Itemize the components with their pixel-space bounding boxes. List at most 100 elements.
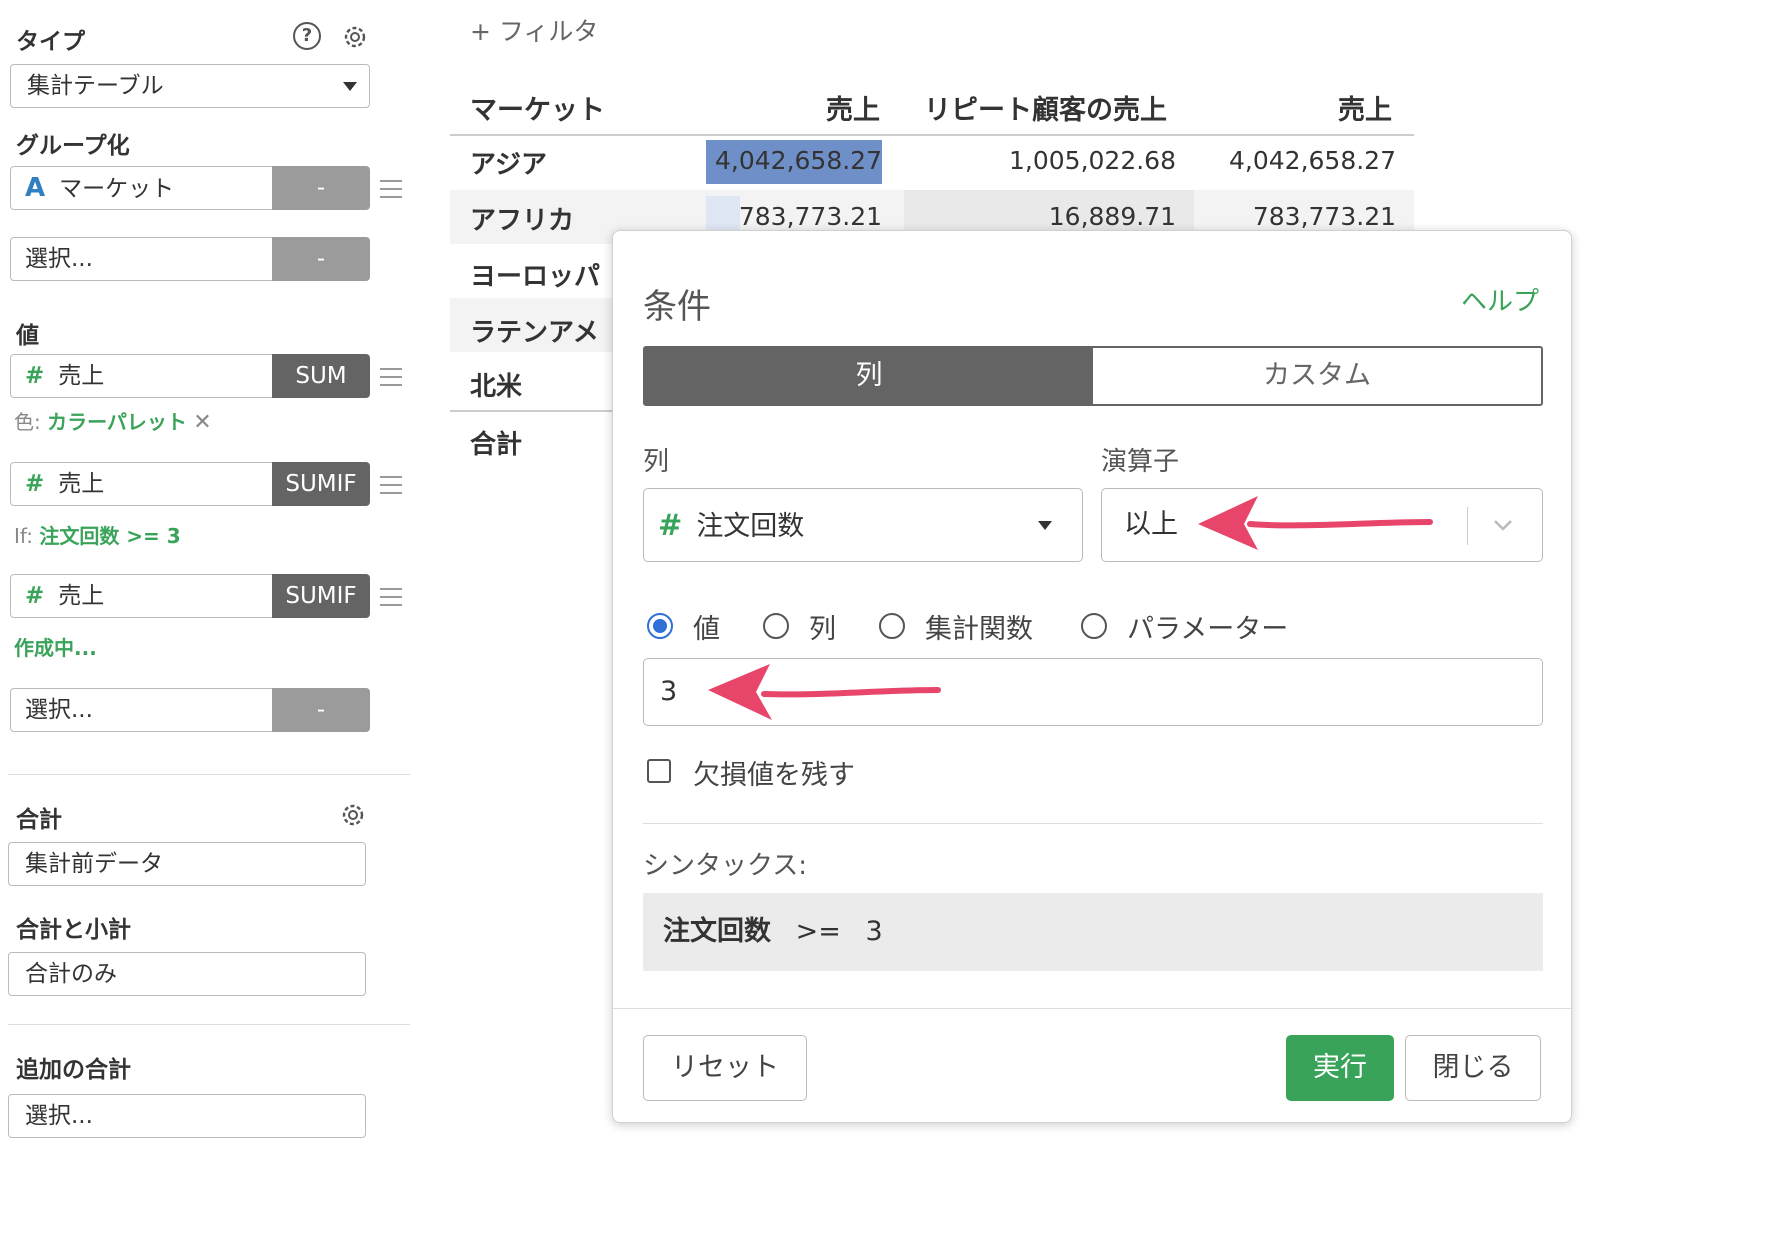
divider (8, 774, 410, 775)
drag-handle-icon[interactable] (380, 180, 402, 198)
radio-value-label: 値 (693, 614, 720, 645)
keep-missing-checkbox[interactable] (647, 759, 671, 783)
radio-column-label: 列 (809, 614, 836, 645)
run-button[interactable]: 実行 (1286, 1035, 1394, 1101)
group-label: グループ化 (16, 133, 130, 159)
drag-handle-icon[interactable] (380, 476, 402, 494)
syntax-preview: 注文回数 >= 3 (643, 893, 1543, 971)
drag-handle-icon[interactable] (380, 588, 402, 606)
operator-label: 演算子 (1101, 447, 1180, 477)
type-label: タイプ (16, 29, 85, 55)
value-row-2: # 売上 SUMIF (10, 462, 370, 506)
table-row-label: アフリカ (470, 206, 575, 236)
total-select[interactable]: 集計前データ (8, 842, 366, 886)
table-cell: 16,889.71 (1048, 202, 1176, 231)
table-cell: 4,042,658.27 (1229, 146, 1396, 175)
column-header-market[interactable]: マーケット (470, 88, 605, 127)
column-select[interactable]: # 注文回数 (643, 488, 1083, 562)
tab-column[interactable]: 列 (645, 348, 1093, 404)
type-select-value: 集計テーブル (27, 73, 164, 99)
if-condition: If: 注文回数 >= 3 (14, 524, 181, 548)
value-field-3[interactable]: # 売上 (10, 574, 272, 618)
syntax-label: シンタックス: (643, 851, 807, 881)
tab-group: 列 カスタム (643, 346, 1543, 406)
table-cell: 4,042,658.27 (715, 146, 882, 175)
footer-divider (613, 1008, 1571, 1009)
syntax-operator: >= (795, 916, 841, 947)
table-cell: 783,773.21 (738, 202, 882, 231)
table-row-label: ラテンアメ (470, 318, 599, 348)
dialog-title: 条件 (643, 287, 711, 327)
group-select-button[interactable]: - (272, 237, 370, 281)
table-row-label: 北米 (470, 372, 523, 402)
aggregate-button-3[interactable]: SUMIF (272, 574, 370, 618)
chevron-down-icon (343, 82, 357, 91)
keep-missing-label: 欠損値を残す (693, 760, 855, 791)
total-label: 合計 (16, 807, 62, 833)
radio-parameter[interactable] (1081, 613, 1107, 639)
select-separator (1467, 507, 1468, 545)
value-row-1: # 売上 SUM (10, 354, 370, 398)
close-icon[interactable]: ✕ (193, 410, 211, 435)
tab-custom[interactable]: カスタム (1093, 348, 1541, 404)
table-row-label: アジア (470, 150, 547, 180)
syntax-value: 3 (865, 916, 883, 947)
additional-total-select[interactable]: 選択... (8, 1094, 366, 1138)
aggregate-button-1[interactable]: SUM (272, 354, 370, 398)
value-row-3: # 売上 SUMIF (10, 574, 370, 618)
value-select-row: 選択... - (10, 688, 370, 732)
radio-aggregate[interactable] (879, 613, 905, 639)
number-type-icon: # (25, 583, 45, 609)
text-type-icon: A (25, 173, 46, 203)
value-field-2[interactable]: # 売上 (10, 462, 272, 506)
number-type-icon: # (658, 508, 683, 542)
gear-icon[interactable] (340, 22, 370, 52)
column-header-sales-2[interactable]: 売上 (1338, 88, 1392, 127)
column-header-sales[interactable]: 売上 (826, 88, 880, 127)
syntax-field: 注文回数 (663, 916, 771, 947)
total-divider (450, 410, 620, 412)
header-divider (450, 134, 1414, 136)
radio-aggregate-label: 集計関数 (925, 614, 1033, 645)
group-field-row: A マーケット - (10, 166, 370, 210)
table-row-label: ヨーロッパ (470, 262, 601, 292)
gear-icon[interactable] (338, 800, 368, 830)
chevron-down-icon (1494, 520, 1512, 531)
divider (8, 1024, 410, 1025)
close-button[interactable]: 閉じる (1405, 1035, 1541, 1101)
radio-parameter-label: パラメーター (1127, 614, 1289, 645)
creating-status[interactable]: 作成中... (14, 632, 97, 661)
number-type-icon: # (25, 471, 45, 497)
value-select-button[interactable]: - (272, 688, 370, 732)
color-setting: 色: カラーパレット ✕ (14, 410, 212, 435)
annotation-arrow-icon (1198, 496, 1433, 550)
chevron-down-icon (1038, 521, 1052, 530)
group-select[interactable]: 選択... (10, 237, 272, 281)
group-select-row: 選択... - (10, 237, 370, 281)
subtotal-label: 合計と小計 (16, 917, 131, 943)
group-field[interactable]: A マーケット (10, 166, 272, 210)
value-label: 値 (16, 323, 39, 349)
column-header-repeat-sales[interactable]: リピート顧客の売上 (924, 88, 1167, 127)
if-condition-link[interactable]: 注文回数 >= 3 (39, 524, 180, 548)
number-type-icon: # (25, 363, 45, 389)
color-palette-link[interactable]: カラーパレット (47, 410, 187, 434)
drag-handle-icon[interactable] (380, 368, 402, 386)
help-icon[interactable]: ? (293, 22, 321, 50)
additional-total-label: 追加の合計 (16, 1057, 131, 1083)
annotation-arrow-icon (708, 664, 941, 720)
table-cell: 1,005,022.68 (1009, 146, 1176, 175)
radio-column[interactable] (763, 613, 789, 639)
help-link[interactable]: ヘルプ (1461, 281, 1539, 318)
aggregate-button-2[interactable]: SUMIF (272, 462, 370, 506)
divider (643, 823, 1543, 824)
value-select[interactable]: 選択... (10, 688, 272, 732)
reset-button[interactable]: リセット (643, 1035, 807, 1101)
type-select[interactable]: 集計テーブル (10, 64, 370, 108)
radio-value[interactable] (647, 613, 673, 639)
table-cell: 783,773.21 (1252, 202, 1396, 231)
value-field-1[interactable]: # 売上 (10, 354, 272, 398)
subtotal-select[interactable]: 合計のみ (8, 952, 366, 996)
add-filter-button[interactable]: + フィルタ (470, 12, 598, 48)
group-field-button[interactable]: - (272, 166, 370, 210)
